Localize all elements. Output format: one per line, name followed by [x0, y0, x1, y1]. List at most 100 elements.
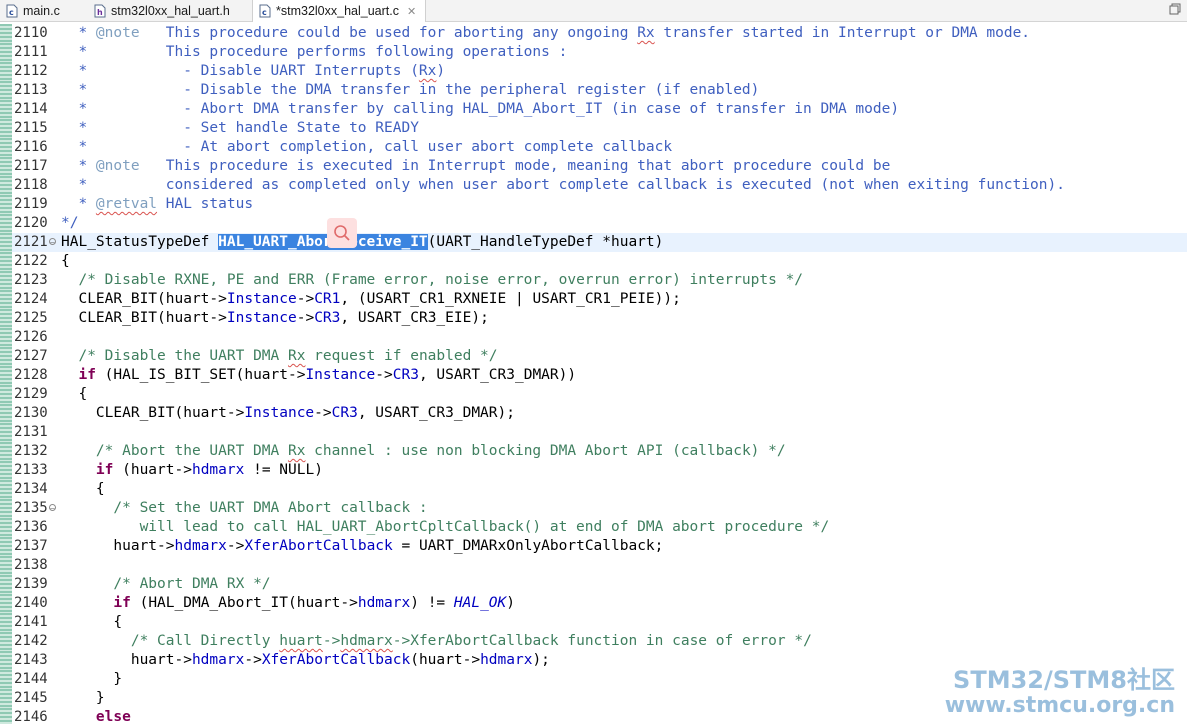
code-line-2139[interactable]: 2139 /* Abort DMA RX */	[0, 575, 1187, 594]
change-marker	[0, 119, 12, 138]
code-line-2129[interactable]: 2129 {	[0, 385, 1187, 404]
code-text: will lead to call HAL_UART_AbortCpltCall…	[61, 519, 830, 535]
tab-stm32l0xx-hal-uart-h[interactable]: h stm32l0xx_hal_uart.h	[88, 0, 242, 21]
line-number: 2135	[14, 500, 48, 516]
line-number: 2122	[14, 253, 48, 269]
fold-toggle-icon[interactable]: –	[49, 504, 56, 512]
line-number: 2123	[14, 272, 48, 288]
line-number: 2129	[14, 386, 48, 402]
change-marker	[0, 157, 12, 176]
code-line-2140[interactable]: 2140 if (HAL_DMA_Abort_IT(huart->hdmarx)…	[0, 594, 1187, 613]
change-marker	[0, 195, 12, 214]
code-text: }	[61, 690, 105, 706]
editor-tab-bar: c main.c h stm32l0xx_hal_uart.h c *stm32…	[0, 0, 1187, 22]
change-marker	[0, 461, 12, 480]
change-marker	[0, 632, 12, 651]
line-number: 2127	[14, 348, 48, 364]
line-number: 2116	[14, 139, 48, 155]
line-number: 2131	[14, 424, 48, 440]
code-text: CLEAR_BIT(huart->Instance->CR1, (USART_C…	[61, 291, 681, 307]
line-number: 2136	[14, 519, 48, 535]
code-text: {	[61, 253, 70, 269]
change-marker	[0, 43, 12, 62]
code-line-2118[interactable]: 2118 * considered as completed only when…	[0, 176, 1187, 195]
code-line-2135[interactable]: 2135– /* Set the UART DMA Abort callback…	[0, 499, 1187, 518]
close-icon[interactable]: ✕	[407, 5, 416, 18]
fold-toggle-icon[interactable]: –	[49, 238, 56, 246]
line-number: 2139	[14, 576, 48, 592]
code-line-2132[interactable]: 2132 /* Abort the UART DMA Rx channel : …	[0, 442, 1187, 461]
code-text: * considered as completed only when user…	[61, 177, 1065, 193]
code-text: HAL_StatusTypeDef HAL_UART_AbortReceive_…	[61, 234, 664, 250]
search-popup[interactable]	[327, 218, 357, 248]
code-line-2142[interactable]: 2142 /* Call Directly huart->hdmarx->Xfe…	[0, 632, 1187, 651]
change-marker	[0, 290, 12, 309]
change-marker	[0, 518, 12, 537]
code-line-2134[interactable]: 2134 {	[0, 480, 1187, 499]
code-text: * - Disable the DMA transfer in the peri…	[61, 82, 760, 98]
code-line-2117[interactable]: 2117 * @note This procedure is executed …	[0, 157, 1187, 176]
tab-stm32l0xx-hal-uart-c[interactable]: c *stm32l0xx_hal_uart.c ✕	[252, 0, 426, 22]
code-line-2122[interactable]: 2122 {	[0, 252, 1187, 271]
change-marker	[0, 309, 12, 328]
code-line-2136[interactable]: 2136 will lead to call HAL_UART_AbortCpl…	[0, 518, 1187, 537]
code-line-2116[interactable]: 2116 * - At abort completion, call user …	[0, 138, 1187, 157]
watermark-line1: STM32/STM8社区	[953, 666, 1175, 694]
line-number: 2134	[14, 481, 48, 497]
code-line-2119[interactable]: 2119 * @retval HAL status	[0, 195, 1187, 214]
code-text: if (HAL_IS_BIT_SET(huart->Instance->CR3,…	[78, 367, 577, 383]
code-text: {	[61, 386, 88, 402]
change-marker	[0, 689, 12, 708]
code-line-2126[interactable]: 2126	[0, 328, 1187, 347]
code-line-2130[interactable]: 2130 CLEAR_BIT(huart->Instance->CR3, USA…	[0, 404, 1187, 423]
code-text: /* Abort the UART DMA Rx channel : use n…	[95, 443, 786, 459]
change-marker	[0, 328, 12, 347]
change-marker	[0, 575, 12, 594]
code-line-2138[interactable]: 2138	[0, 556, 1187, 575]
code-text: else	[95, 709, 131, 724]
code-line-2124[interactable]: 2124 CLEAR_BIT(huart->Instance->CR1, (US…	[0, 290, 1187, 309]
line-number: 2132	[14, 443, 48, 459]
change-marker	[0, 594, 12, 613]
line-number: 2118	[14, 177, 48, 193]
line-number: 2142	[14, 633, 48, 649]
code-line-2114[interactable]: 2114 * - Abort DMA transfer by calling H…	[0, 100, 1187, 119]
change-marker	[0, 81, 12, 100]
code-text: * This procedure performs following oper…	[61, 44, 568, 60]
code-line-2127[interactable]: 2127 /* Disable the UART DMA Rx request …	[0, 347, 1187, 366]
code-line-2110[interactable]: 2110 * @note This procedure could be use…	[0, 24, 1187, 43]
code-line-2137[interactable]: 2137 huart->hdmarx->XferAbortCallback = …	[0, 537, 1187, 556]
tab-label: *stm32l0xx_hal_uart.c	[276, 4, 399, 18]
line-number: 2137	[14, 538, 48, 554]
change-marker	[0, 271, 12, 290]
code-line-2111[interactable]: 2111 * This procedure performs following…	[0, 43, 1187, 62]
change-marker	[0, 404, 12, 423]
restore-window-icon[interactable]	[1169, 3, 1181, 15]
change-marker	[0, 366, 12, 385]
code-line-2131[interactable]: 2131	[0, 423, 1187, 442]
code-line-2120[interactable]: 2120 */	[0, 214, 1187, 233]
code-line-2141[interactable]: 2141 {	[0, 613, 1187, 632]
code-line-2133[interactable]: 2133 if (huart->hdmarx != NULL)	[0, 461, 1187, 480]
code-text: if (HAL_DMA_Abort_IT(huart->hdmarx) != H…	[113, 595, 516, 611]
code-editor[interactable]: 2110 * @note This procedure could be use…	[0, 22, 1187, 724]
code-text: {	[61, 614, 123, 630]
code-text: /* Disable RXNE, PE and ERR (Frame error…	[78, 272, 804, 288]
code-text: * @retval HAL status	[61, 196, 254, 212]
code-line-2113[interactable]: 2113 * - Disable the DMA transfer in the…	[0, 81, 1187, 100]
tab-main-c[interactable]: c main.c	[0, 0, 86, 21]
watermark: STM32/STM8社区 www.stmcu.org.cn	[945, 666, 1175, 718]
code-line-2112[interactable]: 2112 * - Disable UART Interrupts (Rx)	[0, 62, 1187, 81]
change-marker	[0, 62, 12, 81]
change-marker	[0, 100, 12, 119]
code-text: * - Set handle State to READY	[61, 120, 419, 136]
code-line-2125[interactable]: 2125 CLEAR_BIT(huart->Instance->CR3, USA…	[0, 309, 1187, 328]
code-text: /* Set the UART DMA Abort callback :	[113, 500, 428, 516]
code-line-2115[interactable]: 2115 * - Set handle State to READY	[0, 119, 1187, 138]
code-line-2123[interactable]: 2123 /* Disable RXNE, PE and ERR (Frame …	[0, 271, 1187, 290]
line-number: 2115	[14, 120, 48, 136]
code-line-2128[interactable]: 2128 if (HAL_IS_BIT_SET(huart->Instance-…	[0, 366, 1187, 385]
code-line-2121[interactable]: 2121– HAL_StatusTypeDef HAL_UART_AbortRec…	[0, 233, 1187, 252]
line-number: 2146	[14, 709, 48, 724]
change-marker	[0, 24, 12, 43]
